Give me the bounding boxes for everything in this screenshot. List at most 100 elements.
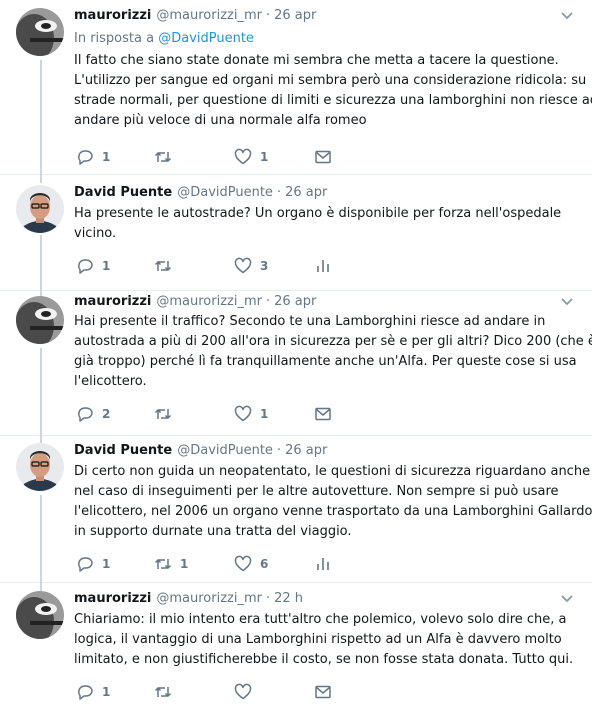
reply-count: 1: [102, 685, 111, 699]
chevron-down-icon[interactable]: [560, 594, 574, 604]
tweet-text-line: l'elicottero.: [74, 374, 147, 389]
avatar[interactable]: [16, 8, 64, 56]
author-name[interactable]: David Puente: [74, 443, 172, 458]
retweet-icon: [154, 260, 172, 272]
heart-icon: [234, 555, 252, 572]
retweet-button[interactable]: [154, 146, 180, 168]
like-button[interactable]: [234, 681, 260, 703]
reply-button[interactable]: 1: [76, 146, 110, 168]
timestamp[interactable]: 26 apr: [285, 185, 327, 200]
tweet-text-line: nel caso di inseguimenti per le altre au…: [74, 484, 559, 499]
reply-icon: [78, 407, 93, 422]
avatar[interactable]: [16, 443, 64, 491]
thread-line: [40, 583, 42, 591]
direct-message-button[interactable]: [314, 681, 332, 703]
separator-dot: ·: [265, 591, 271, 606]
envelope-icon: [315, 685, 331, 699]
author-name[interactable]: David Puente: [74, 185, 172, 200]
chevron-down-icon[interactable]: [560, 297, 574, 307]
tweet[interactable]: maurorizzi @maurorizzi_mr · 26 apr Hai p…: [0, 291, 592, 436]
author-handle[interactable]: @DavidPuente: [177, 443, 273, 458]
retweet-icon: [154, 686, 172, 698]
like-button[interactable]: 6: [234, 553, 268, 575]
tweet-actions: 2 1: [74, 403, 374, 425]
envelope-icon: [315, 407, 331, 421]
tweet-text: Il fatto che siano state donate mi sembr…: [74, 51, 592, 131]
thread-line: [40, 235, 42, 291]
tweet-text-line: Ha presente le autostrade? Un organo è d…: [74, 206, 562, 221]
reply-prefix: In risposta a: [74, 31, 155, 46]
reply-icon: [78, 259, 93, 274]
retweet-icon: [154, 151, 172, 163]
like-button[interactable]: 1: [234, 146, 268, 168]
reply-icon: [78, 150, 93, 165]
tweet-header: maurorizzi @maurorizzi_mr · 26 apr: [74, 8, 316, 26]
author-handle[interactable]: @DavidPuente: [177, 185, 273, 200]
tweet-header: David Puente @DavidPuente · 26 apr: [74, 185, 327, 203]
tweet-text-line: in supporto durnate una tratta del viagg…: [74, 524, 352, 539]
retweet-button[interactable]: [154, 403, 180, 425]
reply-button[interactable]: 1: [76, 255, 110, 277]
heart-icon: [234, 257, 252, 274]
like-button[interactable]: 3: [234, 255, 268, 277]
retweet-button[interactable]: [154, 681, 180, 703]
tweet-text-line: Di certo non guida un neopatentato, le q…: [74, 464, 591, 479]
avatar[interactable]: [16, 591, 64, 639]
tweet-header: David Puente @DavidPuente · 26 apr: [74, 443, 327, 461]
tweet[interactable]: maurorizzi @maurorizzi_mr · 22 h Chiaria…: [0, 583, 592, 713]
retweet-icon: [154, 558, 172, 570]
tweet-header: maurorizzi @maurorizzi_mr · 26 apr: [74, 294, 316, 312]
reply-count: 1: [102, 557, 111, 571]
analytics-icon: [317, 558, 329, 570]
tweet[interactable]: David Puente @DavidPuente · 26 apr Ha pr…: [0, 175, 592, 291]
reply-icon: [78, 685, 93, 700]
like-count: 1: [260, 150, 269, 164]
tweet-text-line: l'elicottero, nel 2006 un organo venne t…: [74, 504, 592, 519]
tweet-text-line: limitato, e non giustificherebbe il cost…: [74, 652, 574, 667]
tweet[interactable]: David Puente @DavidPuente · 26 apr Di ce…: [0, 436, 592, 583]
separator-dot: ·: [276, 185, 282, 200]
envelope-icon: [315, 150, 331, 164]
reply-button[interactable]: 1: [76, 553, 110, 575]
direct-message-button[interactable]: [314, 403, 332, 425]
chevron-down-icon[interactable]: [560, 11, 574, 21]
like-count: 3: [260, 259, 269, 273]
separator-dot: ·: [265, 8, 271, 23]
direct-message-button[interactable]: [314, 146, 332, 168]
tweet-actions: 1 3: [74, 255, 374, 277]
timestamp[interactable]: 26 apr: [285, 443, 327, 458]
reply-mention-link[interactable]: @DavidPuente: [158, 31, 254, 46]
timestamp[interactable]: 26 apr: [274, 294, 316, 309]
author-name[interactable]: maurorizzi: [74, 294, 151, 309]
tweet-text-line: autostrada a più di 200 all'ora in sicur…: [74, 334, 592, 349]
tweet[interactable]: maurorizzi @maurorizzi_mr · 26 apr In ri…: [0, 0, 592, 175]
retweet-icon: [154, 408, 172, 420]
author-handle[interactable]: @maurorizzi_mr: [156, 591, 262, 606]
separator-dot: ·: [276, 443, 282, 458]
author-handle[interactable]: @maurorizzi_mr: [156, 8, 262, 23]
reply-button[interactable]: 1: [76, 681, 110, 703]
reply-button[interactable]: 2: [76, 403, 110, 425]
avatar[interactable]: [16, 296, 64, 344]
tweet-text: Di certo non guida un neopatentato, le q…: [74, 462, 592, 542]
avatar[interactable]: [16, 185, 64, 233]
author-name[interactable]: maurorizzi: [74, 8, 151, 23]
retweet-button[interactable]: 1: [154, 553, 188, 575]
timestamp[interactable]: 22 h: [274, 591, 303, 606]
like-button[interactable]: 1: [234, 403, 268, 425]
tweet-text: Chiariamo: il mio intento era tutt'altro…: [74, 610, 574, 670]
reply-count: 2: [102, 407, 111, 421]
timestamp[interactable]: 26 apr: [274, 8, 316, 23]
tweet-actions: 1 1: [74, 146, 374, 168]
thread-line: [40, 175, 42, 183]
analytics-button[interactable]: [314, 255, 332, 277]
heart-icon: [234, 683, 252, 700]
author-handle[interactable]: @maurorizzi_mr: [156, 294, 262, 309]
thread-line: [40, 60, 42, 175]
tweet-text-line: strade normali, per questione di limiti …: [74, 93, 592, 108]
analytics-button[interactable]: [314, 553, 332, 575]
retweet-button[interactable]: [154, 255, 180, 277]
like-count: 6: [260, 557, 269, 571]
author-name[interactable]: maurorizzi: [74, 591, 151, 606]
tweet-text-line: già troppo) perché lì fa tranquillamente…: [74, 354, 577, 369]
